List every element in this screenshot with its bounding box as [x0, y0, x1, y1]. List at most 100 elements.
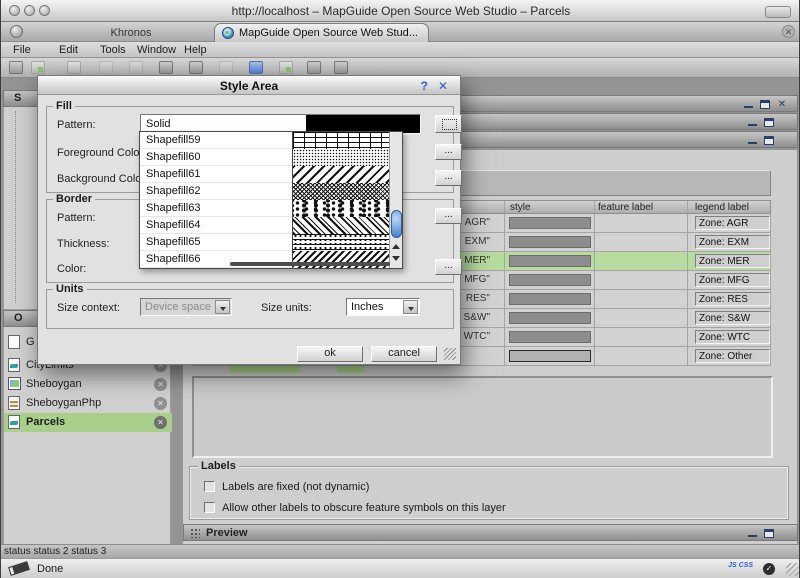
scroll-up-icon[interactable] — [392, 244, 400, 249]
copy-icon[interactable] — [189, 61, 203, 74]
legend-label-field[interactable]: Zone: MER — [695, 254, 770, 268]
save-icon[interactable] — [99, 61, 113, 74]
border-pattern-button[interactable]: ... — [435, 208, 462, 224]
toolbar-toggle-widget[interactable] — [765, 6, 791, 18]
dropdown-item[interactable]: Shapefill65 — [140, 234, 389, 251]
legend-label-field[interactable]: Zone: S&W — [695, 311, 770, 325]
tab-mapguide[interactable]: MapGuide Open Source Web Stud... — [214, 23, 429, 42]
dropdown-scrollbar[interactable] — [389, 132, 402, 268]
net-pattern-swatch — [292, 183, 389, 200]
legend-label-field[interactable]: Zone: WTC — [695, 330, 770, 344]
ok-button[interactable]: ok — [297, 346, 363, 362]
bg-color-button[interactable]: ... — [435, 170, 462, 186]
duplicate-icon[interactable] — [129, 61, 143, 74]
minimize-icon[interactable] — [748, 529, 757, 537]
window-title: http://localhost – MapGuide Open Source … — [1, 4, 800, 18]
scrollbar-thumb[interactable] — [391, 210, 402, 238]
close-item-icon[interactable]: ✕ — [154, 416, 167, 429]
dialog-resize-grip[interactable] — [444, 348, 456, 360]
minimize-icon[interactable] — [748, 136, 757, 144]
maximize-icon[interactable] — [764, 118, 774, 127]
minimize-icon[interactable] — [744, 100, 753, 108]
menu-edit[interactable]: Edit — [59, 44, 78, 56]
dialog-title-bar[interactable]: Style Area ? ✕ — [38, 76, 460, 95]
maximize-icon[interactable] — [760, 100, 770, 109]
size-context-label: Size context: — [57, 302, 120, 314]
js-css-badge[interactable]: JS CSS — [728, 562, 753, 569]
close-item-icon[interactable]: ✕ — [154, 378, 167, 391]
legend-label-field[interactable]: Zone: RES — [695, 292, 770, 306]
list-item[interactable]: SheboyganPhp ✕ — [4, 394, 172, 413]
menu-tools[interactable]: Tools — [100, 44, 126, 56]
list-item-selected[interactable]: Parcels ✕ — [4, 413, 172, 432]
validate-icon[interactable] — [279, 61, 293, 74]
legend-label-field[interactable]: Zone: Other — [695, 349, 770, 363]
server-icon[interactable] — [9, 61, 23, 74]
style-swatch[interactable] — [509, 274, 591, 286]
maximize-icon[interactable] — [764, 529, 774, 538]
brick-pattern-swatch — [292, 132, 389, 149]
legend-label-field[interactable]: Zone: EXM — [695, 235, 770, 249]
security-check-icon[interactable]: ✓ — [763, 563, 775, 575]
dialog-close-icon[interactable]: ✕ — [438, 79, 448, 93]
legend-label-field[interactable]: Zone: MFG — [695, 273, 770, 287]
delete-icon[interactable] — [307, 61, 321, 74]
help-icon[interactable]: ? — [421, 79, 428, 93]
style-swatch[interactable] — [509, 217, 591, 229]
close-icon[interactable]: ✕ — [777, 100, 787, 109]
chevron-down-icon — [403, 300, 418, 314]
scroll-down-icon[interactable] — [392, 256, 400, 261]
list-item-label: Parcels — [26, 416, 65, 428]
cut-icon[interactable] — [159, 61, 173, 74]
fill-pattern-picker-button[interactable] — [435, 115, 462, 133]
style-swatch[interactable] — [509, 236, 591, 248]
dots-icon — [190, 528, 200, 538]
preview-panel-header[interactable]: Preview — [183, 524, 798, 541]
size-units-value: Inches — [351, 301, 383, 313]
labels-groupbox: Labels Labels are fixed (not dynamic) Al… — [189, 466, 789, 520]
title-bar: http://localhost – MapGuide Open Source … — [1, 0, 800, 22]
border-color-button[interactable]: ... — [435, 259, 462, 275]
dropdown-item[interactable]: Shapefill62 — [140, 183, 389, 200]
close-item-icon[interactable]: ✕ — [154, 397, 167, 410]
style-swatch[interactable] — [509, 350, 591, 362]
style-swatch[interactable] — [509, 312, 591, 324]
dropdown-item[interactable]: Shapefill61 — [140, 166, 389, 183]
tab-close-icon[interactable]: ✕ — [782, 25, 795, 38]
status-message: status status 2 status 3 — [4, 546, 106, 557]
remove-icon[interactable] — [334, 61, 348, 74]
legend-label-field[interactable]: Zone: AGR — [695, 216, 770, 230]
cancel-button[interactable]: cancel — [371, 346, 437, 362]
forward-icon[interactable] — [249, 61, 263, 74]
col-legend-header: legend label — [695, 202, 749, 213]
size-units-select[interactable]: Inches — [346, 298, 420, 316]
paste-icon[interactable] — [219, 61, 233, 74]
labels-legend: Labels — [198, 460, 239, 472]
tab-khronos[interactable]: Khronos — [61, 27, 201, 39]
style-swatch[interactable] — [509, 293, 591, 305]
dropdown-item[interactable]: Shapefill59 — [140, 132, 389, 149]
labels-obscure-checkbox[interactable] — [204, 502, 215, 513]
style-swatch[interactable] — [509, 255, 591, 267]
status-bar: status status 2 status 3 — [1, 544, 800, 558]
list-item[interactable]: Sheboygan ✕ — [4, 375, 172, 394]
fg-color-button[interactable]: ... — [435, 144, 462, 160]
dropdown-hscrollbar[interactable] — [230, 262, 390, 266]
resize-grip[interactable] — [786, 563, 799, 576]
app-sphere-icon — [10, 25, 23, 38]
edit-icon[interactable] — [67, 61, 81, 74]
size-context-select[interactable]: Device space — [140, 298, 232, 316]
dropdown-item[interactable]: Shapefill60 — [140, 149, 389, 166]
minimize-icon[interactable] — [748, 118, 757, 126]
maximize-icon[interactable] — [764, 136, 774, 145]
labels-fixed-checkbox[interactable] — [204, 481, 215, 492]
new-icon[interactable] — [31, 61, 45, 74]
globe-icon — [222, 27, 234, 39]
style-swatch[interactable] — [509, 331, 591, 343]
menu-help[interactable]: Help — [184, 44, 207, 56]
menu-file[interactable]: File — [13, 44, 31, 56]
dropdown-item[interactable]: Shapefill64 — [140, 217, 389, 234]
dropdown-item[interactable]: Shapefill63 — [140, 200, 389, 217]
menu-window[interactable]: Window — [137, 44, 176, 56]
crayon-icon — [8, 561, 30, 576]
